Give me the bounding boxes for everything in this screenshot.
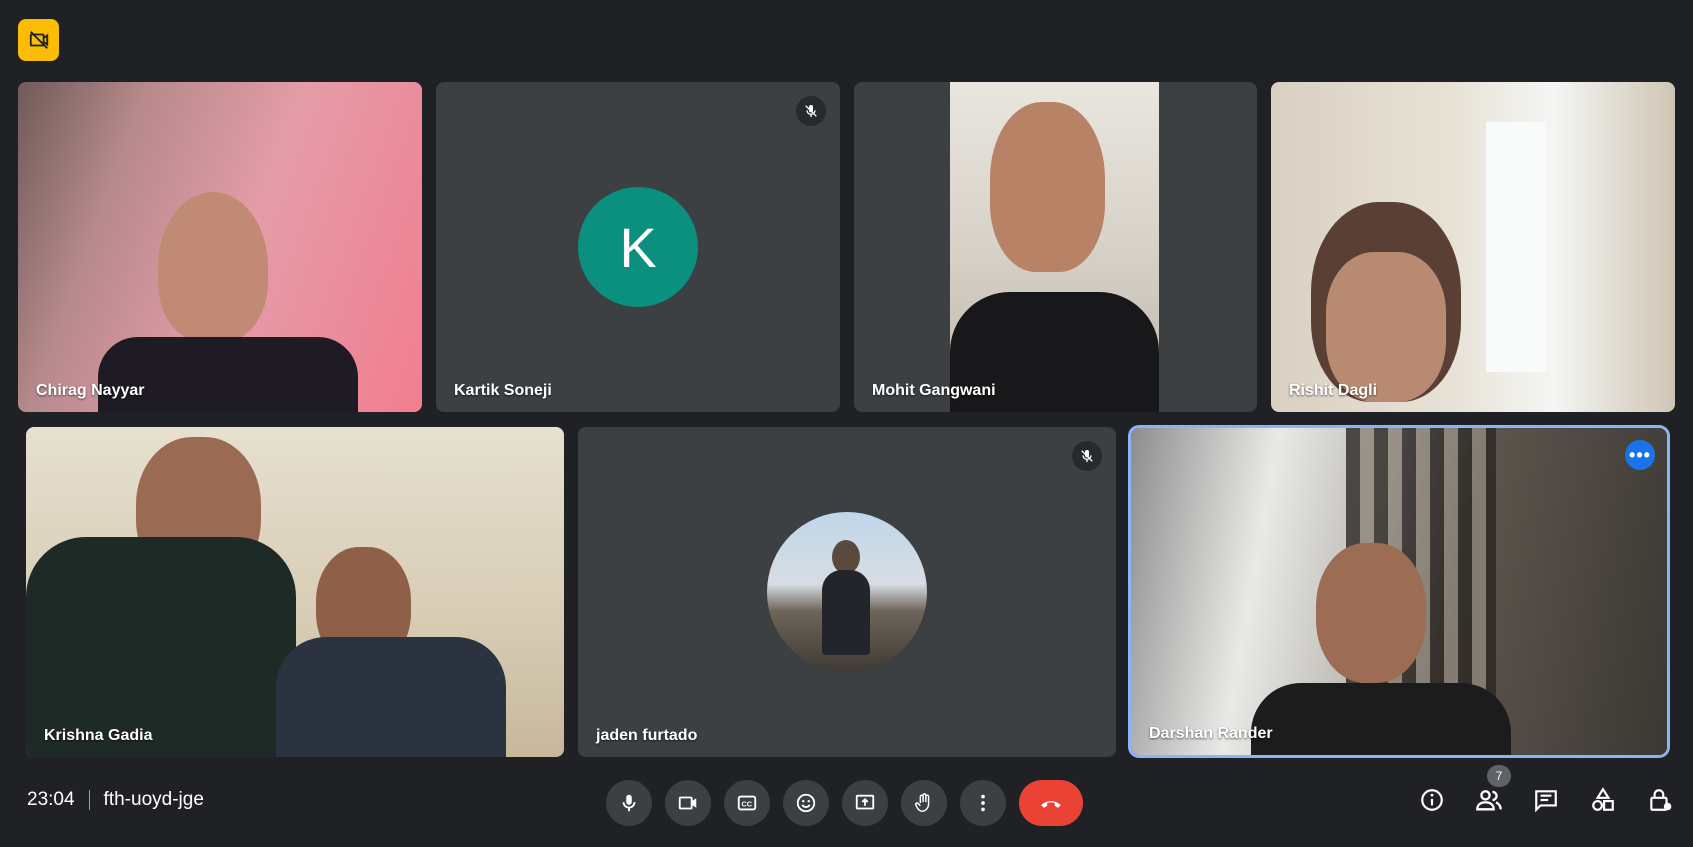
muted-mic-icon [1072,441,1102,471]
avatar [767,512,927,672]
activities-button[interactable] [1589,786,1617,814]
emoji-icon [796,793,816,813]
no-video-icon [29,31,48,49]
participant-tile-chirag[interactable]: Chirag Nayyar [18,82,422,412]
participant-name: Mohit Gangwani [872,382,996,399]
camera-icon [678,796,697,810]
participant-count-badge: 7 [1487,765,1511,787]
camera-button[interactable] [665,780,711,826]
avatar: K [578,187,698,307]
participant-video [18,82,422,412]
participant-name: Rishit Dagli [1289,382,1378,399]
participant-tile-kartik[interactable]: K Kartik Soneji [436,82,840,412]
participant-video [26,427,564,757]
video-off-badge[interactable] [18,19,59,61]
microphone-icon [622,794,636,812]
raise-hand-icon [915,793,930,812]
participant-name: jaden furtado [596,727,698,744]
people-icon [1476,790,1502,811]
participant-name: Darshan Rander [1149,725,1273,742]
present-icon [855,794,875,810]
muted-mic-icon [796,96,826,126]
activities-icon [1592,787,1614,811]
participant-name: Krishna Gadia [44,727,153,744]
more-options-icon [981,794,985,812]
participant-video [1271,82,1675,412]
meeting-code: fth-uoyd-jge [103,789,204,810]
more-options-button[interactable] [960,780,1006,826]
participant-tile-jaden[interactable]: jaden furtado [578,427,1116,757]
present-button[interactable] [842,780,888,826]
chat-button[interactable] [1532,786,1560,814]
people-button[interactable] [1475,786,1503,814]
participant-video [1131,428,1667,755]
participant-video [950,82,1159,412]
participant-tile-darshan[interactable]: ••• Darshan Rander [1131,428,1667,755]
info-icon [1421,789,1443,811]
svg-text:CC: CC [742,800,753,809]
captions-icon: CC [737,795,757,811]
participant-tile-rishit[interactable]: Rishit Dagli [1271,82,1675,412]
meeting-info: 23:04 fth-uoyd-jge [27,789,204,811]
meeting-details-button[interactable] [1418,786,1446,814]
emoji-button[interactable] [783,780,829,826]
more-options-icon[interactable]: ••• [1625,440,1655,470]
chat-icon [1535,790,1557,813]
end-call-icon [1041,801,1061,808]
participant-name: Kartik Soneji [454,382,552,399]
captions-button[interactable]: CC [724,780,770,826]
divider [88,790,90,810]
host-controls-icon [1650,789,1672,811]
participant-tile-mohit[interactable]: Mohit Gangwani [854,82,1257,412]
meeting-time: 23:04 [27,789,75,810]
call-controls: CC [606,780,1083,826]
participant-name: Chirag Nayyar [36,382,145,399]
microphone-button[interactable] [606,780,652,826]
side-controls [1418,786,1674,814]
raise-hand-button[interactable] [901,780,947,826]
leave-call-button[interactable] [1019,780,1083,826]
participant-tile-krishna[interactable]: Krishna Gadia [26,427,564,757]
host-controls-button[interactable] [1646,786,1674,814]
